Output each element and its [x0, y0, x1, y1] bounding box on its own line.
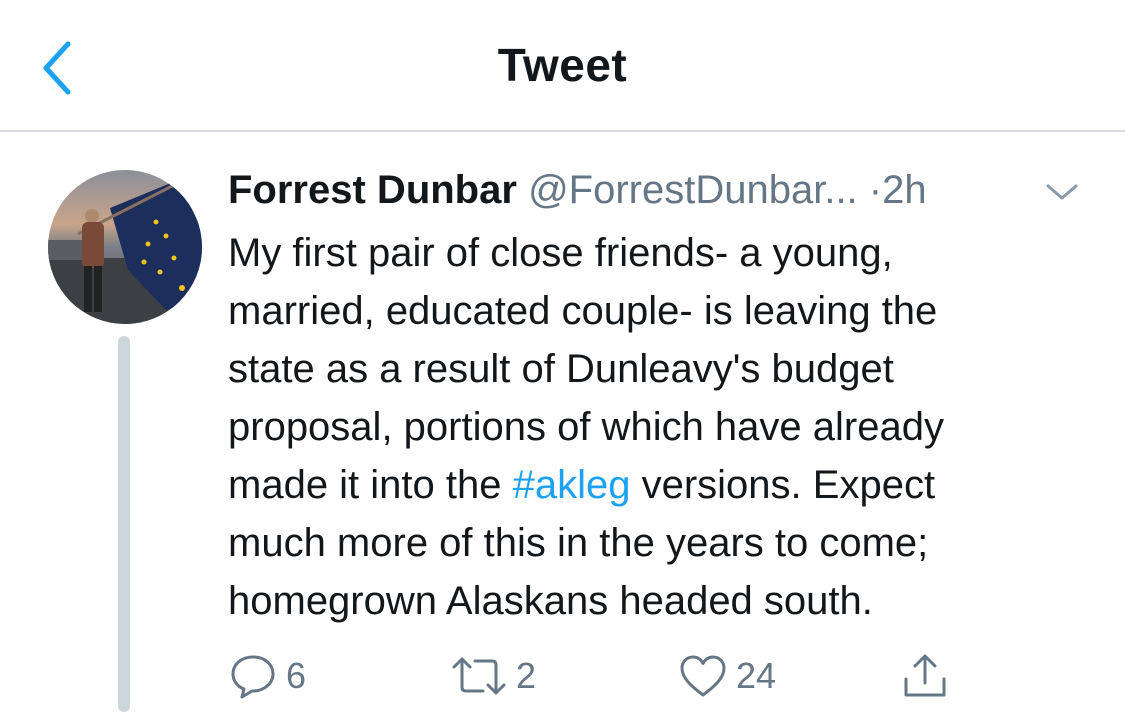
page-title: Tweet — [497, 39, 628, 91]
timestamp: 2h — [882, 168, 927, 212]
like-button[interactable]: 24 — [678, 648, 776, 704]
tweet-line: married, educated couple- is leaving the — [228, 289, 938, 333]
tweet-header: Forrest Dunbar @ForrestDunbar... ·2h — [228, 164, 1098, 216]
chevron-down-icon — [1046, 184, 1078, 200]
reply-count: 6 — [286, 655, 307, 696]
tweet-line: homegrown Alaskans headed south. — [228, 579, 873, 623]
share-icon — [904, 654, 946, 697]
like-count: 24 — [736, 655, 777, 696]
avatar[interactable] — [48, 170, 202, 324]
thread-line — [118, 336, 130, 712]
tweet-line: state as a result of Dunleavy's budget — [228, 347, 894, 391]
tweet-line: My first pair of close friends- a young, — [228, 231, 893, 275]
tweet-line: much more of this in the years to come; — [228, 521, 929, 565]
tweet-options-button[interactable] — [1042, 180, 1082, 204]
separator-dot: · — [868, 168, 883, 212]
retweet-button[interactable]: 2 — [450, 648, 536, 704]
heart-icon — [680, 655, 726, 697]
tweet-actions: 6 2 24 — [228, 648, 1088, 704]
reply-icon — [231, 655, 275, 699]
tweet-text: My first pair of close friends- a young,… — [228, 224, 1098, 630]
tweet-line: made it into the #akleg versions. Expect — [228, 456, 1098, 514]
hashtag-link[interactable]: #akleg — [513, 463, 631, 507]
author-handle[interactable]: @ForrestDunbar... — [528, 168, 858, 212]
avatar-image — [48, 170, 202, 324]
tweet-line: proposal, portions of which have already — [228, 405, 944, 449]
tweet-line-text: versions. Expect — [630, 463, 936, 507]
tweet-line-text: made it into the — [228, 463, 513, 507]
share-button[interactable] — [900, 648, 950, 704]
retweet-icon — [452, 657, 506, 695]
retweet-count: 2 — [516, 655, 537, 696]
reply-button[interactable]: 6 — [228, 648, 306, 704]
author-name[interactable]: Forrest Dunbar — [228, 168, 517, 212]
top-bar: Tweet — [0, 0, 1125, 132]
